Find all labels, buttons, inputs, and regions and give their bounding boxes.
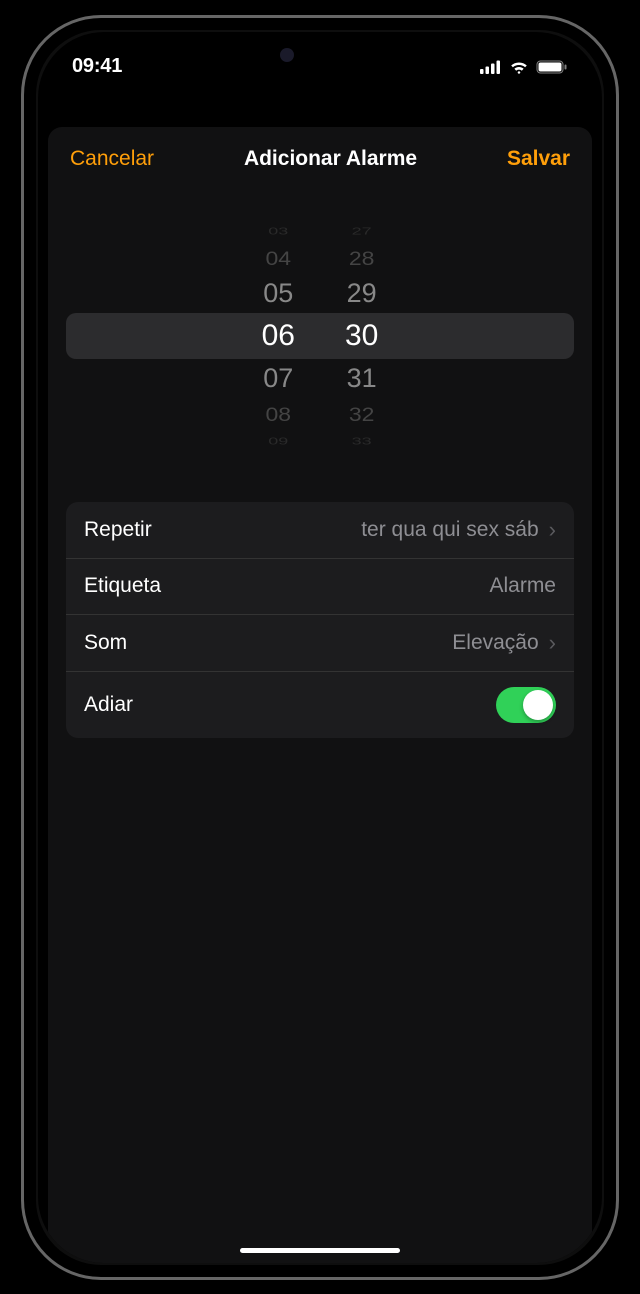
iphone-frame: 09:41 Cancelar Adicionar Alarme Salvar: [21, 15, 619, 1280]
sheet-title: Adicionar Alarme: [244, 147, 417, 171]
chevron-right-icon: ›: [549, 517, 556, 543]
label-value: Alarme: [489, 574, 556, 598]
minute-selected[interactable]: 30: [345, 313, 378, 359]
minute-option[interactable]: 33: [352, 435, 372, 447]
status-icons: [480, 60, 568, 74]
repeat-value: ter qua qui sex sáb ›: [361, 517, 556, 543]
hour-option[interactable]: 05: [263, 274, 293, 313]
chevron-right-icon: ›: [549, 630, 556, 656]
front-camera: [280, 48, 294, 62]
hour-picker-column[interactable]: 03 04 05 06 07 08 09: [262, 199, 295, 474]
sound-label: Som: [84, 631, 127, 655]
sound-value: Elevação ›: [452, 630, 556, 656]
minute-option[interactable]: 31: [347, 359, 377, 398]
hour-selected[interactable]: 06: [262, 313, 295, 359]
hour-option[interactable]: 04: [266, 244, 292, 271]
save-button[interactable]: Salvar: [507, 147, 570, 171]
repeat-row[interactable]: Repetir ter qua qui sex sáb ›: [66, 502, 574, 558]
cellular-signal-icon: [480, 60, 502, 74]
minute-option[interactable]: 32: [349, 400, 375, 427]
status-time: 09:41: [72, 55, 122, 78]
notch: [235, 32, 405, 66]
repeat-label: Repetir: [84, 518, 152, 542]
volume-down-button[interactable]: [21, 406, 24, 484]
minute-option[interactable]: 29: [347, 274, 377, 313]
power-button[interactable]: [616, 338, 619, 458]
sheet-header: Cancelar Adicionar Alarme Salvar: [48, 127, 592, 185]
hour-option[interactable]: 09: [268, 435, 288, 447]
label-label: Etiqueta: [84, 574, 161, 598]
toggle-knob: [523, 690, 553, 720]
hour-option[interactable]: 08: [266, 400, 292, 427]
mute-switch[interactable]: [21, 228, 24, 268]
minute-picker-column[interactable]: 27 28 29 30 31 32 33: [345, 199, 378, 474]
home-indicator[interactable]: [240, 1248, 400, 1253]
minute-option[interactable]: 28: [349, 244, 375, 271]
hour-option[interactable]: 07: [263, 359, 293, 398]
battery-icon: [536, 60, 568, 74]
sound-row[interactable]: Som Elevação ›: [66, 614, 574, 671]
screen: 09:41 Cancelar Adicionar Alarme Salvar: [38, 32, 602, 1263]
label-row[interactable]: Etiqueta Alarme: [66, 558, 574, 614]
repeat-value-text: ter qua qui sex sáb: [361, 518, 538, 542]
alarm-options-list: Repetir ter qua qui sex sáb › Etiqueta A…: [66, 502, 574, 738]
sound-value-text: Elevação: [452, 631, 538, 655]
snooze-row: Adiar: [66, 671, 574, 738]
hour-option[interactable]: 03: [268, 225, 288, 237]
cancel-button[interactable]: Cancelar: [70, 147, 154, 171]
time-picker[interactable]: 03 04 05 06 07 08 09 27 28 29 30 31: [48, 199, 592, 474]
minute-option[interactable]: 27: [352, 225, 372, 237]
add-alarm-sheet: Cancelar Adicionar Alarme Salvar 03 04 0…: [48, 127, 592, 1263]
volume-up-button[interactable]: [21, 306, 24, 384]
snooze-label: Adiar: [84, 693, 133, 717]
snooze-toggle[interactable]: [496, 687, 556, 723]
wifi-icon: [509, 60, 529, 74]
